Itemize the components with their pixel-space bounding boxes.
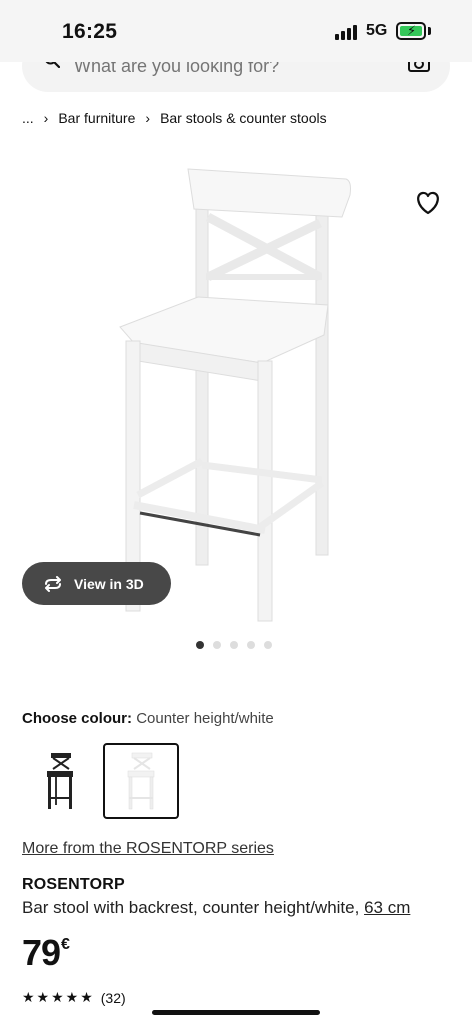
gallery-pagination — [196, 641, 272, 649]
price-currency: € — [61, 936, 70, 953]
rotate-3d-icon — [45, 575, 61, 592]
status-time: 16:25 — [62, 20, 118, 43]
product-name: ROSENTORP — [22, 876, 125, 893]
colour-label-title: Choose colour: — [22, 710, 133, 727]
battery-charging-icon: ⚡ — [396, 22, 426, 40]
heart-icon[interactable] — [412, 186, 444, 218]
view-in-3d-label: View in 3D — [74, 575, 144, 592]
view-in-3d-button[interactable]: View in 3D — [22, 562, 171, 605]
colour-swatch-white[interactable] — [103, 743, 179, 819]
product-description-text: Bar stool with backrest, counter height/… — [22, 898, 365, 917]
white-stool-thumbnail — [127, 752, 155, 810]
product-image-gallery[interactable] — [0, 150, 472, 630]
pagination-dot[interactable] — [213, 641, 221, 649]
breadcrumb-item-bar-stools[interactable]: Bar stools & counter stools — [160, 110, 327, 126]
product-description: Bar stool with backrest, counter height/… — [22, 898, 410, 918]
signal-icon — [335, 24, 357, 40]
star-rating-icon: ★★★★★ — [22, 989, 95, 1005]
product-image — [119, 168, 351, 622]
breadcrumb-ellipsis[interactable]: ... — [22, 110, 34, 126]
pagination-dot[interactable] — [264, 641, 272, 649]
chevron-right-icon: › — [145, 110, 151, 126]
home-indicator — [152, 1010, 320, 1015]
breadcrumb-item-bar-furniture[interactable]: Bar furniture — [58, 110, 135, 126]
battery-cap — [428, 27, 431, 35]
product-size-link[interactable]: 63 cm — [364, 898, 410, 917]
colour-label: Choose colour: Counter height/white — [22, 710, 274, 727]
colour-swatch-black[interactable] — [22, 743, 98, 819]
colour-selected-value: Counter height/white — [136, 710, 274, 727]
black-stool-thumbnail — [47, 753, 73, 809]
product-rating[interactable]: ★★★★★ (32) — [22, 989, 126, 1006]
status-bar: 16:25 5G ⚡ — [0, 0, 472, 62]
series-link[interactable]: More from the ROSENTORP series — [22, 840, 274, 858]
breadcrumb: ... › Bar furniture › Bar stools & count… — [22, 110, 327, 126]
product-price: 79€ — [22, 932, 70, 974]
network-label: 5G — [366, 22, 388, 39]
pagination-dot[interactable] — [247, 641, 255, 649]
rating-count: (32) — [100, 989, 126, 1006]
chevron-right-icon: › — [43, 110, 49, 126]
price-value: 79 — [22, 932, 61, 973]
pagination-dot[interactable] — [196, 641, 204, 649]
pagination-dot[interactable] — [230, 641, 238, 649]
